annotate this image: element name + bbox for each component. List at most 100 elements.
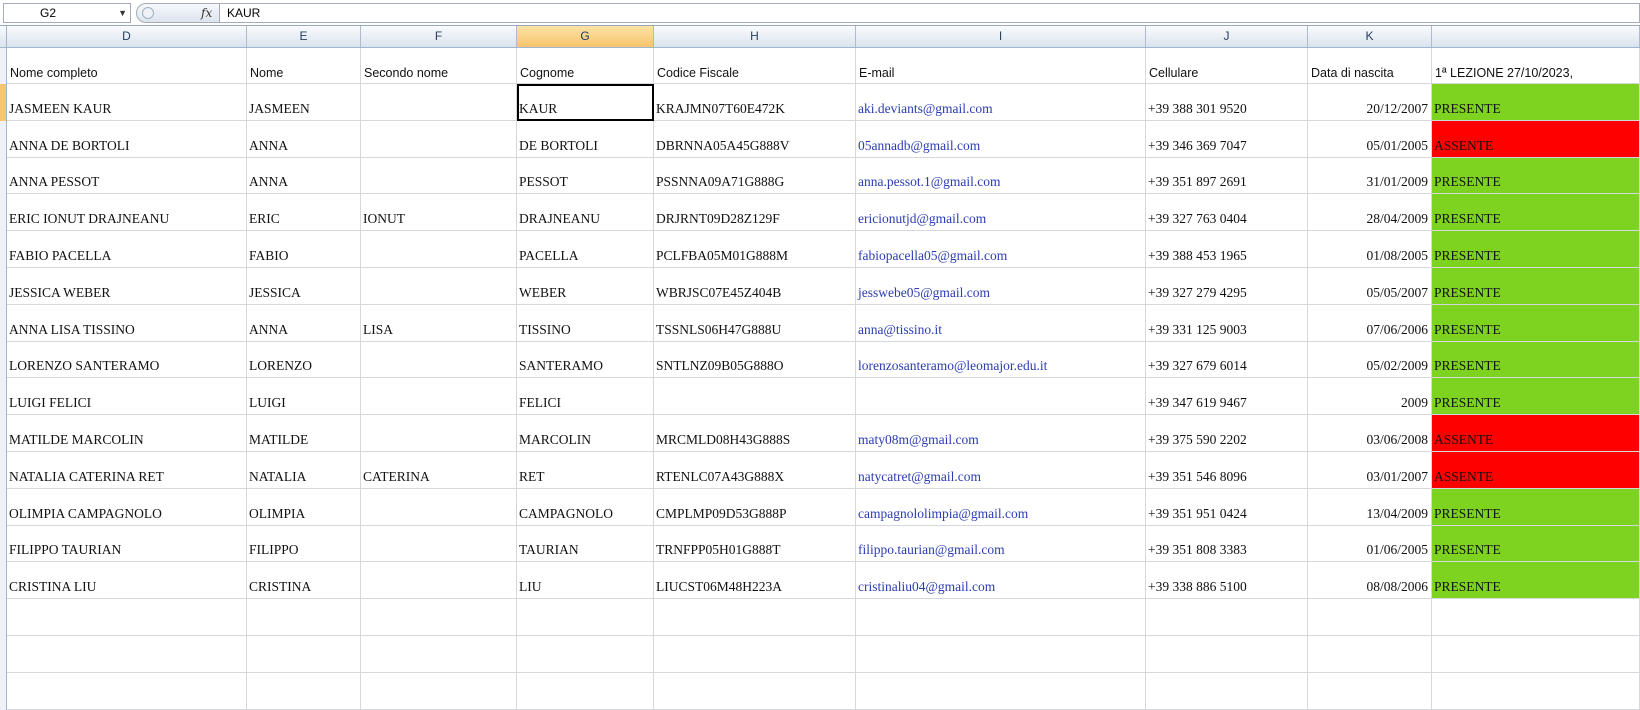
last-name-cell[interactable]: WEBER <box>517 267 654 305</box>
attendance-cell[interactable]: PRESENTE <box>1432 562 1640 600</box>
column-header-l[interactable] <box>1432 26 1640 47</box>
email-cell[interactable]: anna@tissino.it <box>856 304 1146 342</box>
full-name-cell[interactable]: ANNA DE BORTOLI <box>7 120 247 158</box>
fiscal-code-cell[interactable]: TSSNLS06H47G888U <box>654 304 856 342</box>
email-cell[interactable]: lorenzosanteramo@leomajor.edu.it <box>856 341 1146 379</box>
last-name-cell[interactable]: FELICI <box>517 378 654 416</box>
email-cell[interactable]: maty08m@gmail.com <box>856 415 1146 452</box>
phone-cell[interactable]: +39 351 951 0424 <box>1146 488 1308 526</box>
empty-cell[interactable] <box>1308 672 1432 710</box>
fiscal-code-cell[interactable]: WBRJSC07E45Z404B <box>654 267 856 305</box>
phone-cell[interactable]: +39 338 886 5100 <box>1146 562 1308 600</box>
first-name-cell[interactable]: FILIPPO <box>247 525 361 563</box>
full-name-cell[interactable]: ERIC IONUT DRAJNEANU <box>7 194 247 232</box>
middle-name-cell[interactable] <box>361 120 517 158</box>
column-header-h[interactable]: H <box>654 26 856 47</box>
middle-name-cell[interactable] <box>361 488 517 526</box>
first-name-cell[interactable]: LUIGI <box>247 378 361 416</box>
row-header[interactable] <box>0 415 7 452</box>
first-name-cell[interactable]: ANNA <box>247 120 361 158</box>
phone-cell[interactable]: +39 351 897 2691 <box>1146 157 1308 195</box>
email-cell[interactable]: natycatret@gmail.com <box>856 451 1146 489</box>
full-name-cell[interactable]: LORENZO SANTERAMO <box>7 341 247 379</box>
empty-cell[interactable] <box>7 672 247 710</box>
attendance-cell[interactable]: PRESENTE <box>1432 488 1640 526</box>
row-header[interactable] <box>0 304 7 342</box>
birth-date-cell[interactable]: 20/12/2007 <box>1308 84 1432 121</box>
first-name-cell[interactable]: NATALIA <box>247 451 361 489</box>
row-header[interactable] <box>0 84 7 121</box>
column-header-i[interactable]: I <box>856 26 1146 47</box>
row-header[interactable] <box>0 451 7 489</box>
phone-cell[interactable]: +39 327 763 0404 <box>1146 194 1308 232</box>
phone-cell[interactable]: +39 331 125 9003 <box>1146 304 1308 342</box>
email-cell[interactable]: campagnololimpia@gmail.com <box>856 488 1146 526</box>
email-cell[interactable]: jesswebe05@gmail.com <box>856 267 1146 305</box>
empty-cell[interactable] <box>856 635 1146 673</box>
email-cell[interactable]: cristinaliu04@gmail.com <box>856 562 1146 600</box>
middle-name-cell[interactable]: IONUT <box>361 194 517 232</box>
header-cell[interactable]: Data di nascita <box>1308 48 1432 84</box>
column-header-j[interactable]: J <box>1146 26 1308 47</box>
birth-date-cell[interactable]: 05/05/2007 <box>1308 267 1432 305</box>
middle-name-cell[interactable] <box>361 341 517 379</box>
row-header[interactable] <box>0 525 7 563</box>
row-header[interactable] <box>0 635 7 673</box>
birth-date-cell[interactable]: 05/01/2005 <box>1308 120 1432 158</box>
fiscal-code-cell[interactable]: PCLFBA05M01G888M <box>654 231 856 268</box>
column-header-k[interactable]: K <box>1308 26 1432 47</box>
full-name-cell[interactable]: FILIPPO TAURIAN <box>7 525 247 563</box>
empty-cell[interactable] <box>361 672 517 710</box>
row-header[interactable] <box>0 378 7 416</box>
email-cell[interactable]: filippo.taurian@gmail.com <box>856 525 1146 563</box>
attendance-cell[interactable]: PRESENTE <box>1432 525 1640 563</box>
phone-cell[interactable]: +39 346 369 7047 <box>1146 120 1308 158</box>
first-name-cell[interactable]: JESSICA <box>247 267 361 305</box>
phone-cell[interactable]: +39 375 590 2202 <box>1146 415 1308 452</box>
empty-cell[interactable] <box>361 635 517 673</box>
email-cell[interactable]: aki.deviants@gmail.com <box>856 84 1146 121</box>
empty-cell[interactable] <box>361 599 517 636</box>
last-name-cell[interactable]: RET <box>517 451 654 489</box>
header-cell[interactable]: Cellulare <box>1146 48 1308 84</box>
name-box[interactable]: G2 ▼ <box>3 3 131 23</box>
full-name-cell[interactable]: CRISTINA LIU <box>7 562 247 600</box>
middle-name-cell[interactable] <box>361 415 517 452</box>
fiscal-code-cell[interactable]: KRAJMN07T60E472K <box>654 84 856 121</box>
first-name-cell[interactable]: JASMEEN <box>247 84 361 121</box>
empty-cell[interactable] <box>654 599 856 636</box>
last-name-cell[interactable]: DE BORTOLI <box>517 120 654 158</box>
attendance-cell[interactable]: ASSENTE <box>1432 415 1640 452</box>
fiscal-code-cell[interactable] <box>654 378 856 416</box>
birth-date-cell[interactable]: 31/01/2009 <box>1308 157 1432 195</box>
row-header[interactable] <box>0 267 7 305</box>
full-name-cell[interactable]: ANNA PESSOT <box>7 157 247 195</box>
empty-cell[interactable] <box>1308 599 1432 636</box>
attendance-cell[interactable]: ASSENTE <box>1432 120 1640 158</box>
column-header-f[interactable]: F <box>361 26 517 47</box>
birth-date-cell[interactable]: 01/08/2005 <box>1308 231 1432 268</box>
header-cell[interactable]: Cognome <box>517 48 654 84</box>
first-name-cell[interactable]: ANNA <box>247 157 361 195</box>
attendance-cell[interactable]: PRESENTE <box>1432 84 1640 121</box>
empty-cell[interactable] <box>247 599 361 636</box>
phone-cell[interactable]: +39 327 279 4295 <box>1146 267 1308 305</box>
first-name-cell[interactable]: LORENZO <box>247 341 361 379</box>
empty-cell[interactable] <box>1432 599 1640 636</box>
empty-cell[interactable] <box>856 599 1146 636</box>
header-cell[interactable]: 1ª LEZIONE 27/10/2023, <box>1432 48 1640 84</box>
birth-date-cell[interactable]: 01/06/2005 <box>1308 525 1432 563</box>
attendance-cell[interactable]: PRESENTE <box>1432 378 1640 416</box>
email-cell[interactable]: anna.pessot.1@gmail.com <box>856 157 1146 195</box>
middle-name-cell[interactable]: LISA <box>361 304 517 342</box>
header-cell[interactable]: Codice Fiscale <box>654 48 856 84</box>
empty-cell[interactable] <box>517 672 654 710</box>
phone-cell[interactable]: +39 327 679 6014 <box>1146 341 1308 379</box>
middle-name-cell[interactable] <box>361 157 517 195</box>
phone-cell[interactable]: +39 351 808 3383 <box>1146 525 1308 563</box>
email-cell[interactable] <box>856 378 1146 416</box>
empty-cell[interactable] <box>1146 672 1308 710</box>
email-cell[interactable]: fabiopacella05@gmail.com <box>856 231 1146 268</box>
attendance-cell[interactable]: PRESENTE <box>1432 304 1640 342</box>
empty-cell[interactable] <box>7 599 247 636</box>
